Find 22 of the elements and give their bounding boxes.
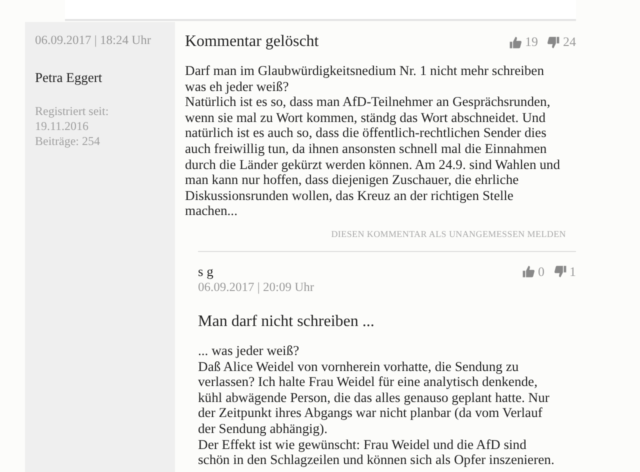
post-count: Beiträge: 254	[35, 134, 101, 149]
like-count: 19	[525, 34, 538, 50]
author-name: Petra Eggert	[35, 70, 104, 86]
like-count: 0	[538, 264, 544, 280]
comment-date: 06.09.2017 | 18:24 Uhr	[35, 33, 152, 48]
thumbs-down-icon[interactable]	[547, 36, 560, 48]
dislike-count: 1	[570, 264, 576, 280]
registered-date: Registriert seit: 19.11.2016	[35, 104, 110, 134]
comment-text: Darf man im Glaubwürdigkeitsnedium Nr. 1 nicht mehr schreiben was eh jeder weiß?	[185, 63, 546, 94]
thumbs-down-icon[interactable]	[554, 265, 566, 278]
dislike-count: 24	[563, 34, 576, 50]
thumbs-up-icon[interactable]	[522, 265, 535, 278]
comment-text: ... was jeder weiß?	[198, 342, 300, 359]
comment-text: Natürlich ist es so, dass man AfD-Teilnehmer an Gesprächsrunden, wenn sie mal zu Wort kommen, ständg das Wort abschneidet. Und natürlich ist es auch so, dass die öffentlich-rechtlichen Sender dies auch freiwillig tun, da ihnen ansonsten schnell mal die Einnahmen durch die Länder gekürzt werden können. Am 24.9. sind Wahlen und man kann nur hoffen, dass diejenigen Zuschauer, die ehrliche Diskussionsrunden wollen, das Kreuz an der richtigen Stelle machen...	[185, 94, 562, 219]
comment-text: Daß Alice Weidel von vornherein vorhatte, die Sendung zu verlassen? Ich halte Frau Weidel für eine analytisch denkende, kühl abwägende Person, die das alles genauso geplant hatte. Nur der Zeitpunkt ihres Abgangs war nicht planbar (da vom Verlauf der Sendung abhängig).	[198, 358, 550, 436]
reply-author: s g	[198, 264, 214, 280]
reply-title: Man darf nicht schreiben ...	[198, 312, 376, 331]
thumbs-up-icon[interactable]	[509, 36, 522, 48]
comment-title: Kommentar gelöscht	[185, 33, 319, 51]
reply-date: 06.09.2017 | 20:09 Uhr	[198, 280, 316, 295]
report-link[interactable]: DIESEN KOMMENTAR ALS UNANGEMESSEN MELDEN	[185, 228, 566, 239]
comment-text: Der Effekt ist wie gewünscht: Frau Weidel und die AfD sind schön in den Schlagzeilen und können sich als Opfer inszenieren.	[198, 436, 556, 468]
